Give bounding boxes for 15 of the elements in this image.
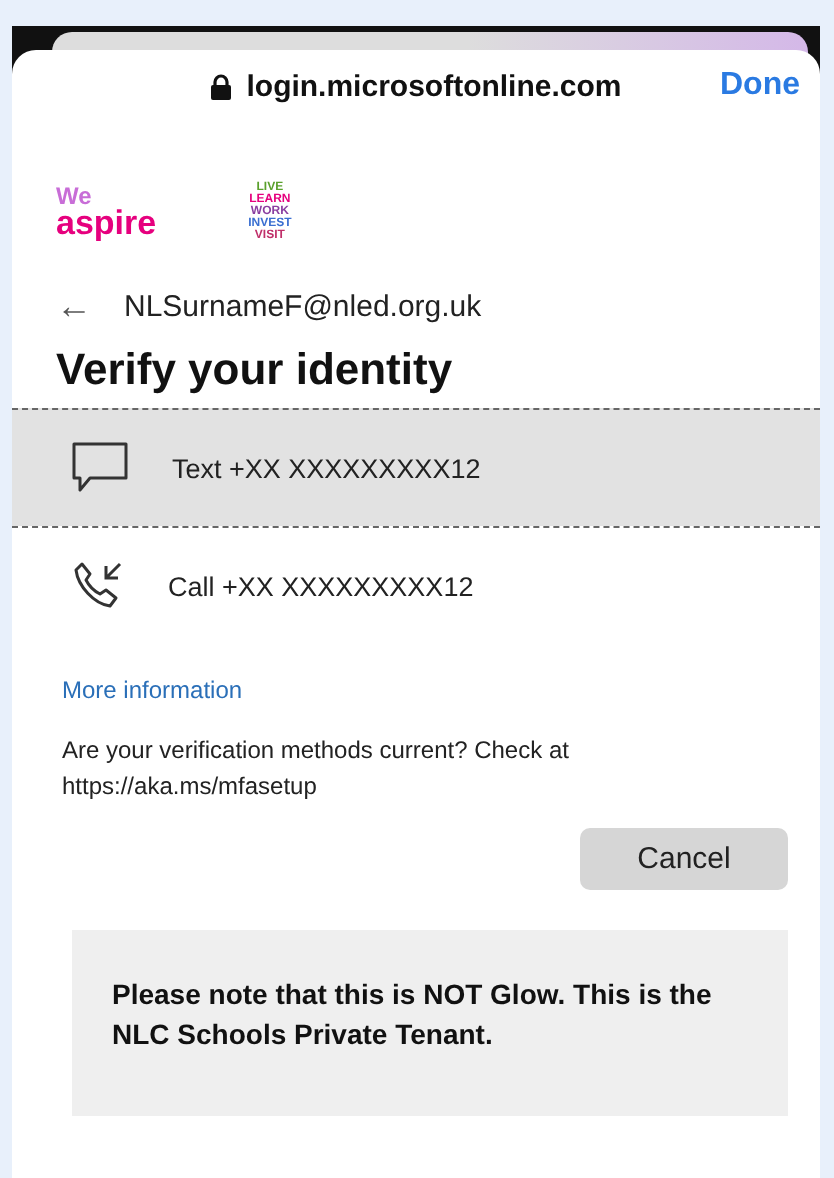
method-option[interactable]: Call +XX XXXXXXXXX12 [12,526,820,644]
method-option[interactable]: Text +XX XXXXXXXXX12 [12,408,820,526]
notice-banner: Please note that this is NOT Glow. This is the NLC Schools Private Tenant. [72,930,788,1116]
message-icon [72,442,128,494]
more-information-link[interactable]: More information [62,676,788,704]
verification-note: Are your verification methods current? Check at https://aka.ms/mfasetup [62,734,571,804]
cancel-button[interactable]: Cancel [580,828,788,890]
page-title: Verify your identity [54,342,455,398]
back-arrow[interactable]: ← [56,286,92,328]
done-button[interactable]: Done [712,64,808,108]
address-text: login.microsoftonline.com [246,69,622,103]
lock-icon [210,73,233,99]
account-email: NLSurnameF@nled.org.uk [124,290,482,324]
logo: We aspire [56,185,157,239]
phone-icon [72,560,124,612]
